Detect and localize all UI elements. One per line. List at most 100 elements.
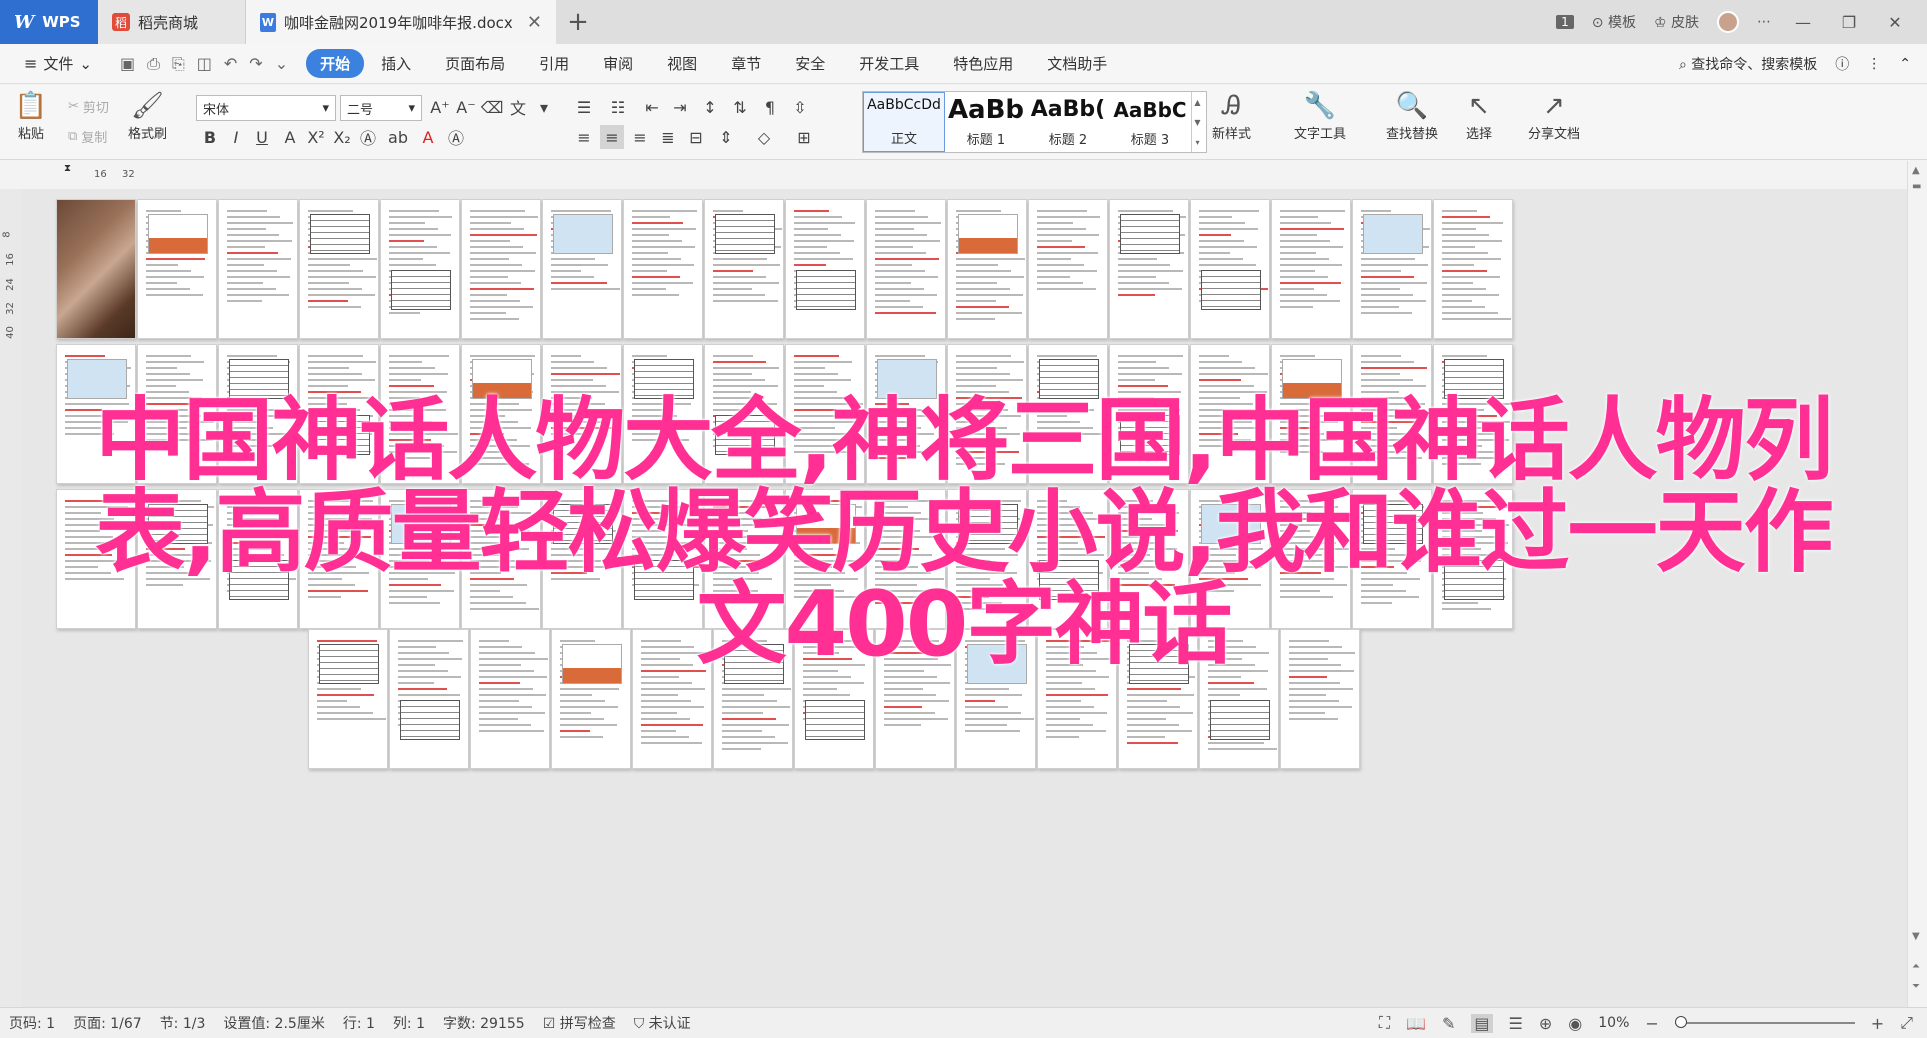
page-thumbnail[interactable] xyxy=(1109,344,1189,484)
tab-docer-store[interactable]: 稻 稻壳商城 xyxy=(98,0,246,44)
tab-document[interactable]: W 咖啡金融网2019年咖啡年报.docx ✕ xyxy=(246,0,556,44)
page-thumbnail[interactable] xyxy=(1433,199,1513,339)
page-thumbnail[interactable] xyxy=(380,344,460,484)
page-thumbnail[interactable] xyxy=(704,489,784,629)
command-search[interactable]: ⌕ 查找命令、搜索模板 xyxy=(1679,54,1817,74)
menu-page-layout[interactable]: 页面布局 xyxy=(428,49,522,78)
bullet-list-icon[interactable]: ☰ xyxy=(572,95,596,119)
page-thumbnail[interactable] xyxy=(875,629,955,769)
status-word-count[interactable]: 字数: 29155 xyxy=(434,1013,534,1033)
distribute-icon[interactable]: ⊟ xyxy=(684,125,708,149)
page-thumbnail[interactable] xyxy=(1190,199,1270,339)
document-canvas[interactable] xyxy=(22,189,1907,1007)
page-thumbnail[interactable] xyxy=(542,199,622,339)
page-thumbnail[interactable] xyxy=(1028,344,1108,484)
pinyin-guide-icon[interactable]: 文 xyxy=(506,95,530,119)
print-icon[interactable]: ⎘ xyxy=(172,54,185,74)
zoom-slider-thumb[interactable] xyxy=(1674,1016,1687,1028)
decrease-indent-icon[interactable]: ⇤ xyxy=(640,95,664,119)
fullscreen-icon[interactable]: ⛶ xyxy=(1379,1013,1390,1033)
expand-gallery-icon[interactable]: ▾ xyxy=(1195,138,1199,147)
certification-status[interactable]: ⛉ 未认证 xyxy=(625,1013,700,1033)
font-size-select[interactable]: 二号 ▾ xyxy=(340,95,422,121)
tab-wps-home[interactable]: W WPS xyxy=(0,0,98,44)
font-name-select[interactable]: 宋体 ▾ xyxy=(196,95,336,121)
menu-review[interactable]: 审阅 xyxy=(586,49,650,78)
menu-doc-assistant[interactable]: 文档助手 xyxy=(1030,49,1124,78)
bold-icon[interactable]: B xyxy=(198,125,222,149)
copy-button[interactable]: ⧉ 复制 xyxy=(68,127,107,146)
page-thumbnail[interactable] xyxy=(470,629,550,769)
numbered-list-icon[interactable]: ☷ xyxy=(606,95,630,119)
page-thumbnail[interactable] xyxy=(56,489,136,629)
show-marks-icon[interactable]: ¶ xyxy=(758,95,782,119)
page-thumbnail[interactable] xyxy=(623,489,703,629)
paste-button[interactable]: 📋 粘贴 xyxy=(14,89,48,142)
scroll-down-icon[interactable]: ▼ xyxy=(1912,931,1920,942)
clear-format-icon[interactable]: ⌫ xyxy=(480,95,504,119)
align-center-icon[interactable]: ≡ xyxy=(600,125,624,149)
page-thumbnail[interactable] xyxy=(1352,489,1432,629)
new-tab-button[interactable]: + xyxy=(556,0,600,44)
close-tab-icon[interactable]: ✕ xyxy=(527,12,542,33)
format-painter-button[interactable]: 🖌 格式刷 xyxy=(128,89,167,142)
page-thumbnail[interactable] xyxy=(551,629,631,769)
page-thumbnail[interactable] xyxy=(299,344,379,484)
status-section[interactable]: 节: 1/3 xyxy=(151,1013,215,1033)
page-thumbnail[interactable] xyxy=(956,629,1036,769)
find-replace-button[interactable]: 🔍 查找替换 xyxy=(1386,89,1438,142)
page-thumbnail[interactable] xyxy=(1190,489,1270,629)
page-thumbnail[interactable] xyxy=(1352,199,1432,339)
fit-window-icon[interactable]: ⤢ xyxy=(1900,1013,1913,1033)
page-thumbnail[interactable] xyxy=(623,344,703,484)
outline-view-icon[interactable]: ☰ xyxy=(1509,1014,1523,1033)
page-thumbnail[interactable] xyxy=(1028,489,1108,629)
page-thumbnail[interactable] xyxy=(866,344,946,484)
scroll-up-icon[interactable]: ▲ xyxy=(1912,165,1920,176)
zoom-level[interactable]: 10% xyxy=(1598,1015,1629,1031)
page-thumbnail[interactable] xyxy=(1433,344,1513,484)
page-thumbnail[interactable] xyxy=(137,199,217,339)
menu-view[interactable]: 视图 xyxy=(650,49,714,78)
page-thumbnail[interactable] xyxy=(1433,489,1513,629)
page-thumbnail[interactable] xyxy=(299,489,379,629)
page-thumbnail[interactable] xyxy=(461,199,541,339)
page-thumbnail[interactable] xyxy=(218,199,298,339)
page-thumbnail[interactable] xyxy=(623,199,703,339)
page-thumbnail[interactable] xyxy=(704,199,784,339)
select-button[interactable]: ↖ 选择 xyxy=(1462,89,1496,142)
page-thumbnail[interactable] xyxy=(218,344,298,484)
style-heading-3[interactable]: AaBbC 标题 3 xyxy=(1109,92,1191,152)
page-thumbnail[interactable] xyxy=(1109,199,1189,339)
print-preview-icon[interactable]: ◫ xyxy=(197,54,212,74)
redo-icon[interactable]: ↷ xyxy=(249,54,262,74)
page-thumbnail[interactable] xyxy=(461,489,541,629)
page-thumbnail[interactable] xyxy=(218,489,298,629)
text-tools-button[interactable]: 🔧 文字工具 xyxy=(1294,89,1346,142)
menu-insert[interactable]: 插入 xyxy=(364,49,428,78)
text-effect-icon[interactable]: Ⓐ xyxy=(356,125,380,149)
page-thumbnail[interactable] xyxy=(56,199,136,339)
page-thumbnail[interactable] xyxy=(785,489,865,629)
sort-icon[interactable]: ⇅ xyxy=(728,95,752,119)
page-thumbnail[interactable] xyxy=(1118,629,1198,769)
zoom-out-icon[interactable]: − xyxy=(1645,1014,1658,1033)
page-thumbnail[interactable] xyxy=(947,344,1027,484)
more-menu-icon[interactable]: ⋮ xyxy=(1867,56,1881,72)
prev-page-icon[interactable]: ⏶ xyxy=(1912,961,1920,972)
page-thumbnail[interactable] xyxy=(785,344,865,484)
line-spacing-icon[interactable]: ⇕ xyxy=(714,125,738,149)
window-count-badge[interactable]: 1 xyxy=(1556,15,1574,29)
minimize-icon[interactable]: — xyxy=(1789,13,1817,32)
skin-button[interactable]: ♔ 皮肤 xyxy=(1654,12,1699,32)
edit-mode-icon[interactable]: ✎ xyxy=(1442,1014,1455,1033)
page-thumbnail[interactable] xyxy=(713,629,793,769)
menu-features[interactable]: 特色应用 xyxy=(936,49,1030,78)
spell-check-button[interactable]: ☑ 拼写检查 xyxy=(534,1013,625,1033)
para-spacing-icon[interactable]: ⇳ xyxy=(788,95,812,119)
font-color-a-icon[interactable]: A xyxy=(278,125,302,149)
menu-chapter[interactable]: 章节 xyxy=(714,49,778,78)
increase-font-icon[interactable]: A⁺ xyxy=(428,95,452,119)
font-color-icon[interactable]: A xyxy=(416,125,440,149)
new-style-button[interactable]: Ꭿ 新样式 xyxy=(1212,89,1251,143)
